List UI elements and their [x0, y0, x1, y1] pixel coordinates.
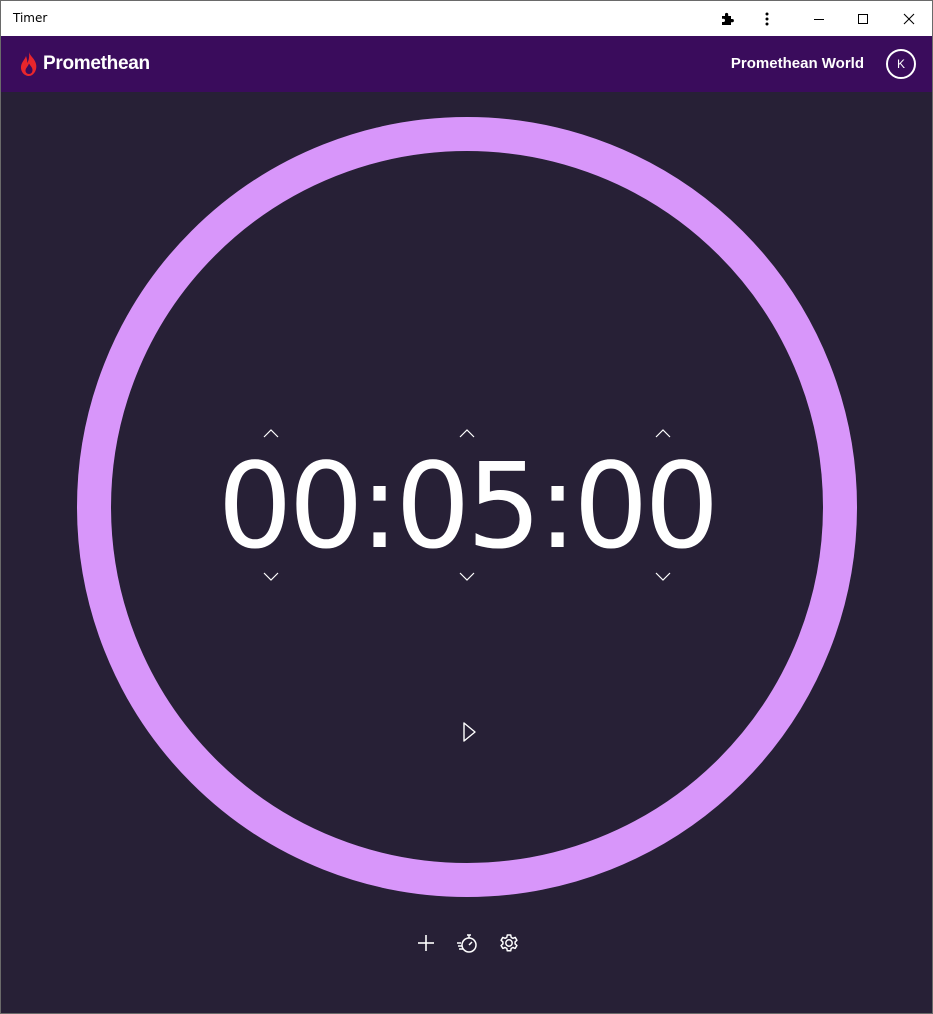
separator: :: [537, 437, 578, 575]
user-avatar[interactable]: K: [886, 49, 916, 79]
hours-decrease-button[interactable]: [261, 571, 281, 583]
time-display: 00:05:00: [1, 441, 932, 571]
gear-icon: [500, 934, 518, 952]
close-button[interactable]: [886, 1, 932, 36]
promethean-world-link[interactable]: Promethean World: [731, 55, 864, 72]
separator: :: [359, 437, 400, 575]
timer-window: Timer Promethean Promethean World K 00:0…: [0, 0, 933, 1014]
more-options-button[interactable]: [744, 1, 790, 36]
maximize-icon: [858, 13, 868, 24]
seconds-value[interactable]: 00: [573, 441, 719, 571]
seconds-decrease-button[interactable]: [653, 571, 673, 583]
play-button[interactable]: [459, 721, 479, 743]
puzzle-icon: [722, 12, 734, 25]
stopwatch-icon: [457, 934, 477, 953]
minimize-button[interactable]: [796, 1, 842, 36]
title-bar: Timer: [1, 1, 932, 36]
more-vertical-icon: [765, 12, 769, 25]
add-timer-button[interactable]: [414, 931, 438, 955]
close-icon: [903, 13, 915, 24]
app-header: Promethean Promethean World K: [1, 36, 932, 92]
quick-timer-button[interactable]: [456, 931, 480, 955]
flame-icon: [20, 52, 37, 76]
minimize-icon: [814, 18, 824, 20]
hours-value[interactable]: 00: [218, 441, 364, 571]
settings-button[interactable]: [497, 931, 521, 955]
window-title: Timer: [13, 11, 48, 25]
minutes-decrease-button[interactable]: [457, 571, 477, 583]
plus-icon: [418, 935, 434, 951]
brand-name: Promethean: [43, 53, 150, 74]
play-icon: [463, 722, 476, 742]
promethean-logo[interactable]: Promethean: [19, 48, 150, 80]
avatar-initial: K: [896, 57, 905, 71]
minutes-value[interactable]: 05: [395, 441, 541, 571]
maximize-button[interactable]: [840, 1, 886, 36]
